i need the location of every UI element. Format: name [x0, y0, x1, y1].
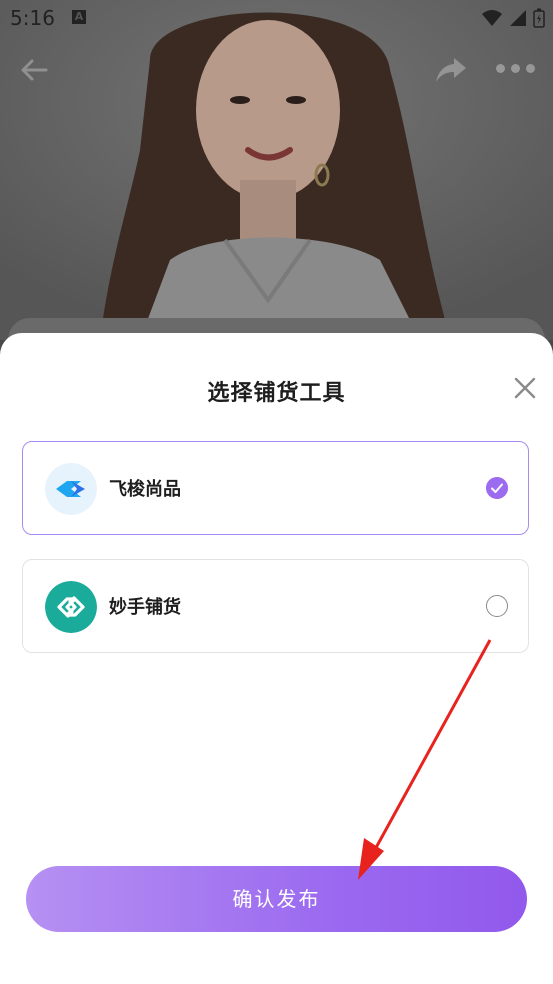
battery-icon	[533, 8, 545, 28]
share-icon[interactable]	[434, 54, 468, 86]
close-icon[interactable]	[512, 375, 538, 401]
radio-unchecked-icon[interactable]	[486, 595, 508, 617]
back-arrow-icon[interactable]	[18, 54, 50, 86]
option-label: 妙手铺货	[109, 597, 181, 618]
notification-icon: A	[72, 10, 86, 24]
wifi-icon	[482, 10, 502, 26]
status-bar: 5:16 A	[0, 0, 553, 38]
option-miaoshou[interactable]: 妙手铺货	[22, 559, 529, 653]
miaoshou-logo-icon	[45, 581, 97, 633]
radio-checked-icon[interactable]	[486, 477, 508, 499]
top-navigation	[0, 52, 553, 92]
more-options-icon[interactable]	[496, 64, 536, 78]
sheet-title: 选择铺货工具	[207, 381, 346, 406]
system-icons	[481, 8, 545, 28]
feisuo-logo-icon	[45, 463, 97, 515]
confirm-publish-button[interactable]: 确认发布	[26, 866, 527, 932]
status-time: 5:16	[10, 6, 55, 30]
select-tool-sheet: 选择铺货工具 飞梭尚品 妙手铺货 确认发布	[0, 333, 553, 984]
option-feisuo[interactable]: 飞梭尚品	[22, 441, 529, 535]
option-label: 飞梭尚品	[109, 479, 181, 500]
signal-icon	[510, 10, 526, 26]
product-photo	[0, 0, 553, 340]
